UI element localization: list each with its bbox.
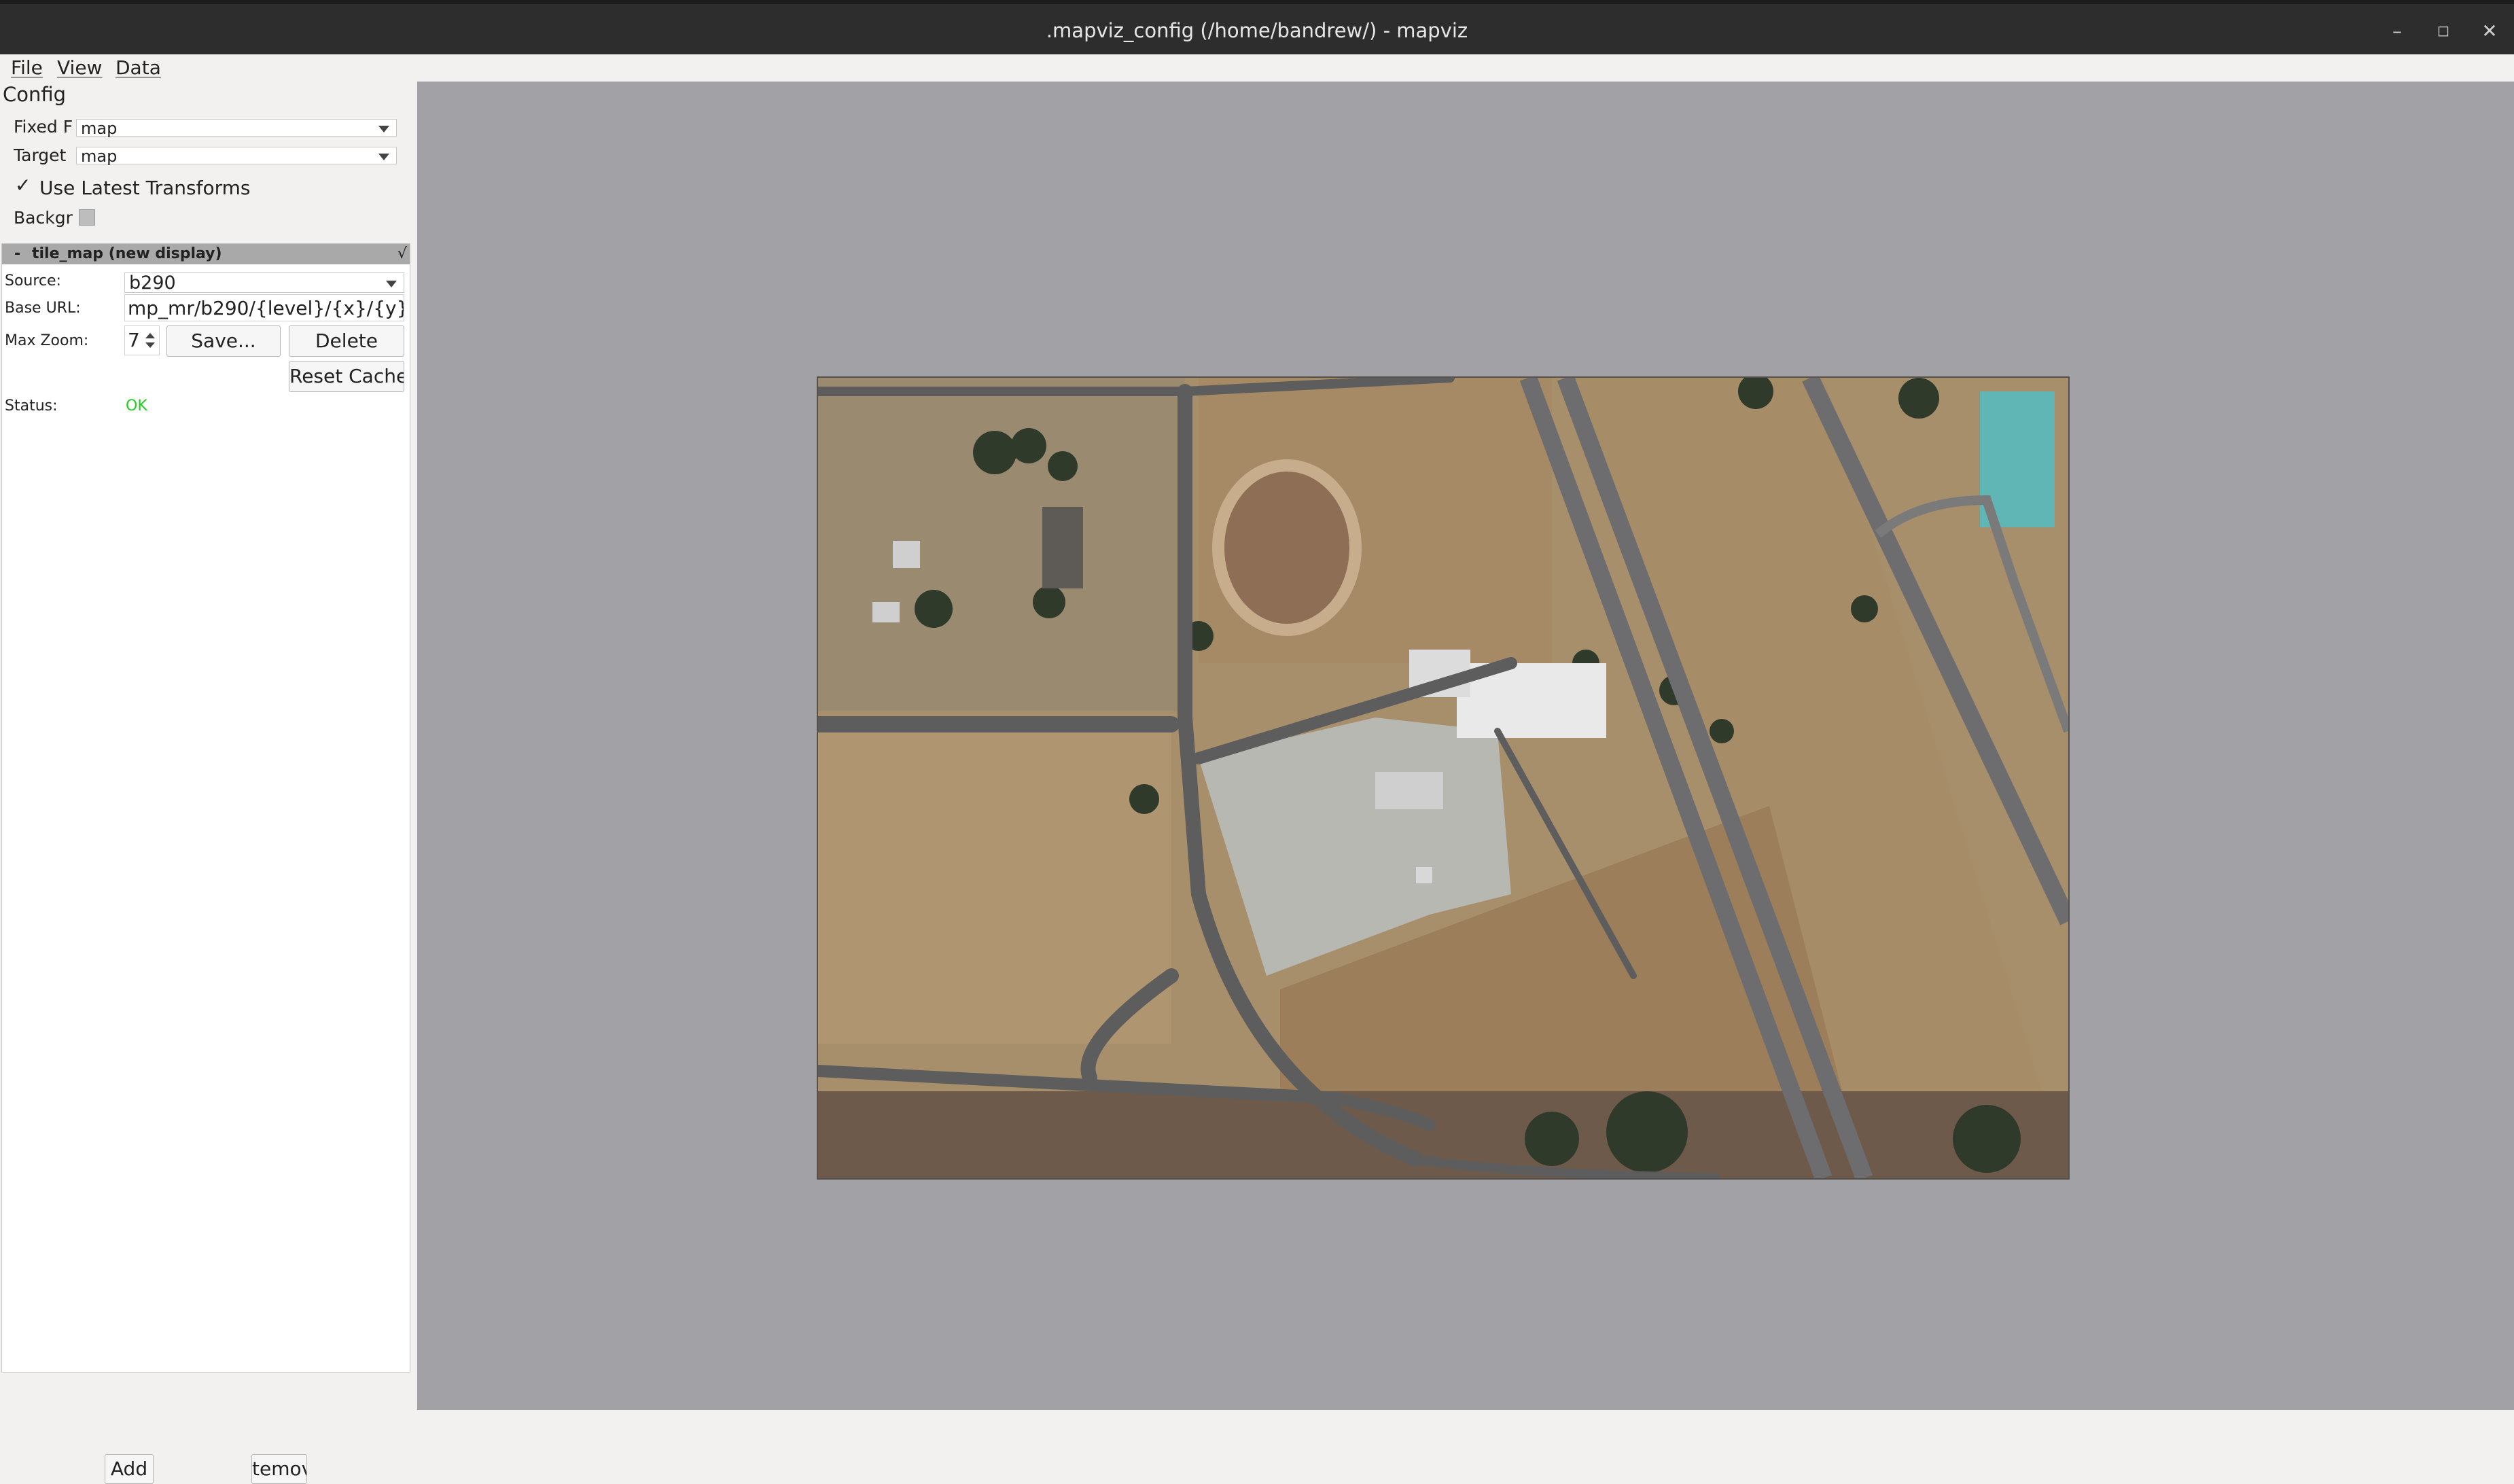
map-canvas[interactable] (417, 82, 2514, 1410)
display-header[interactable]: - tile_map (new display) √ (2, 244, 410, 264)
display-list: - tile_map (new display) √ Source: b290 … (1, 243, 410, 1373)
window-titlebar: .mapviz_config (/home/bandrew/) - mapviz… (0, 0, 2514, 54)
display-title: tile_map (new display) (32, 245, 222, 262)
use-latest-transforms-checkbox[interactable]: ✓ (15, 174, 31, 196)
max-zoom-stepper[interactable]: 7 (124, 325, 160, 355)
menu-data[interactable]: Data (116, 56, 161, 79)
fixed-frame-label: Fixed F (14, 117, 72, 137)
stepper-down-icon[interactable] (145, 342, 155, 348)
delete-button[interactable]: Delete (289, 325, 404, 357)
status-label: Status: (5, 398, 58, 414)
source-select[interactable]: b290 (124, 272, 404, 294)
source-label: Source: (5, 272, 61, 289)
config-title: Config (3, 83, 67, 106)
menu-view[interactable]: View (57, 56, 102, 79)
base-url-input[interactable]: mp_mr/b290/{level}/{x}/{y}.png (124, 294, 404, 321)
close-icon[interactable]: ✕ (2476, 19, 2503, 43)
background-label: Backgr (14, 208, 73, 228)
chevron-down-icon (386, 281, 397, 287)
maximize-icon[interactable]: ◻ (2430, 19, 2457, 43)
source-value: b290 (129, 272, 176, 294)
menu-file[interactable]: File (11, 56, 43, 79)
aerial-imagery (818, 378, 2068, 1178)
minimize-icon[interactable]: – (2384, 19, 2411, 43)
display-list-actions: Add temov (0, 1371, 417, 1484)
collapse-icon[interactable]: - (14, 244, 20, 264)
menubar: File View Data (0, 54, 2514, 82)
max-zoom-value: 7 (128, 329, 140, 351)
config-panel: Config Fixed F map Target map ✓ Use Late… (0, 82, 417, 1484)
visible-checkbox[interactable]: √ (397, 244, 407, 264)
fixed-frame-value: map (81, 119, 118, 138)
status-value: OK (126, 398, 147, 414)
base-url-label: Base URL: (5, 300, 81, 317)
target-frame-select[interactable]: map (76, 147, 397, 166)
target-frame-value: map (81, 147, 118, 166)
window-title: .mapviz_config (/home/bandrew/) - mapviz (1046, 19, 1468, 42)
chevron-down-icon (378, 126, 389, 132)
reset-cache-button[interactable]: Reset Cache (289, 361, 404, 392)
save-button[interactable]: Save... (166, 325, 281, 357)
fixed-frame-select[interactable]: map (76, 119, 397, 137)
satellite-tile-map[interactable] (817, 376, 2070, 1180)
background-color-swatch[interactable] (79, 209, 95, 226)
use-latest-transforms-label: Use Latest Transforms (39, 177, 251, 199)
chevron-down-icon (378, 154, 389, 160)
max-zoom-label: Max Zoom: (5, 332, 89, 349)
remove-display-button[interactable]: temov (251, 1454, 307, 1484)
target-frame-label: Target (14, 145, 67, 165)
stepper-up-icon[interactable] (145, 333, 155, 338)
add-display-button[interactable]: Add (105, 1454, 154, 1484)
